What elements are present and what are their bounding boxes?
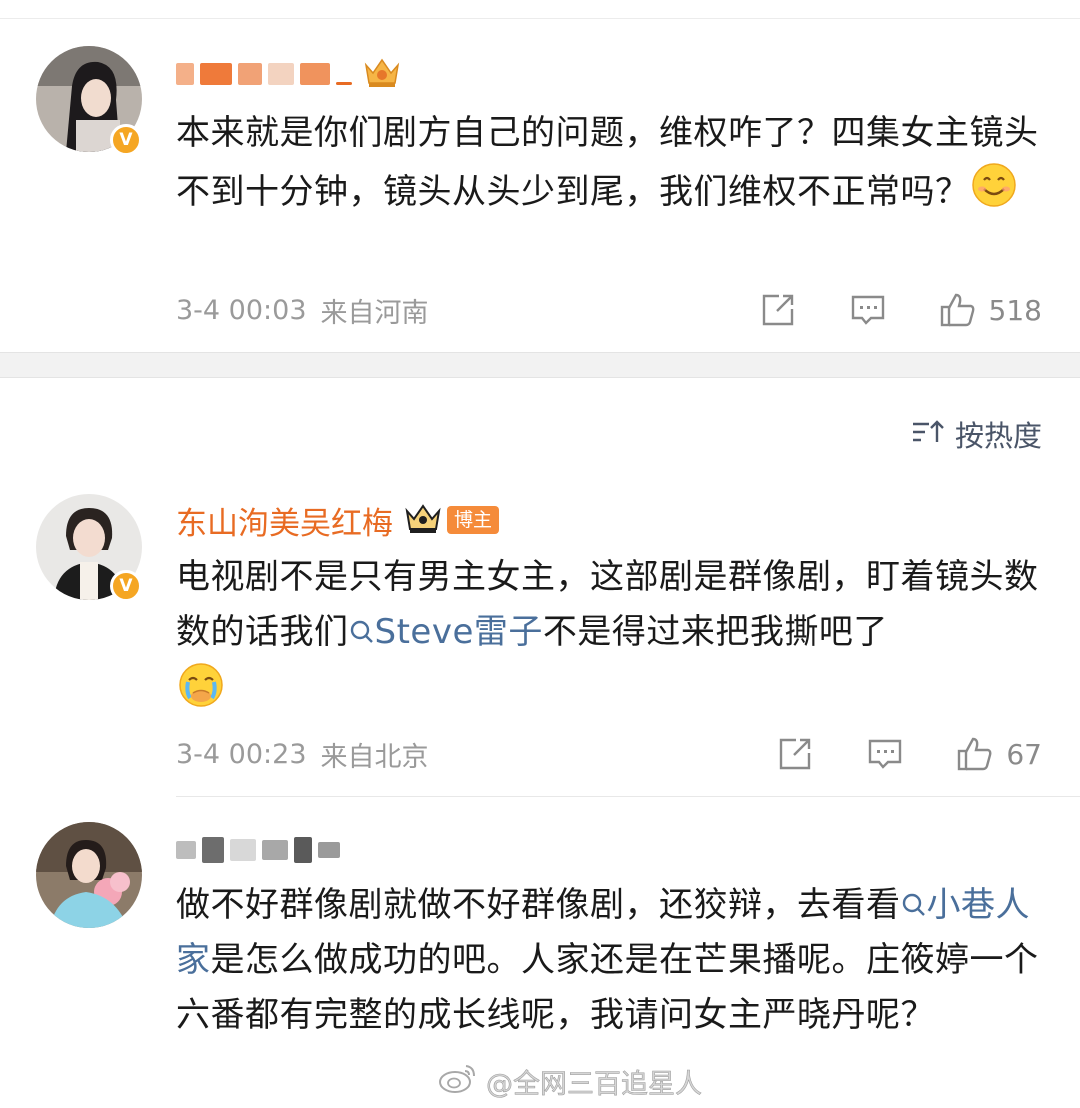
username[interactable]: 东山洵美吴红梅 bbox=[176, 498, 393, 543]
blogger-badge: 博主 bbox=[447, 506, 500, 534]
username-blurred[interactable] bbox=[176, 837, 340, 863]
share-icon[interactable] bbox=[776, 735, 814, 773]
watermark: @全网三百追星人 bbox=[438, 1062, 702, 1101]
sort-icon bbox=[911, 418, 945, 450]
comment-text: 做不好群像剧就做不好群像剧，还狡辩，去看看 小巷人家是怎么做成功的吧。人家还是在芒… bbox=[176, 885, 1039, 1035]
crying-emoji bbox=[176, 660, 226, 727]
watermark-text: @全网三百追星人 bbox=[486, 1069, 703, 1101]
username-row[interactable] bbox=[176, 830, 340, 870]
like-icon[interactable] bbox=[939, 291, 977, 329]
username-blurred[interactable] bbox=[176, 63, 352, 85]
like-icon[interactable] bbox=[956, 735, 994, 773]
username-row[interactable]: 东山洵美吴红梅 博主 bbox=[176, 498, 500, 543]
comment-text: 电视剧不是只有男主女主，这部剧是群像剧，盯着镜头数数的话我们 Steve雷子不是得… bbox=[176, 550, 1046, 727]
sort-label: 按热度 bbox=[954, 419, 1042, 453]
sort-button[interactable]: 按热度 bbox=[911, 412, 1042, 456]
search-icon bbox=[901, 885, 927, 925]
top-divider bbox=[0, 18, 1080, 19]
comment-location: 来自北京 bbox=[320, 741, 429, 773]
reply-icon[interactable] bbox=[866, 735, 904, 773]
comment-divider bbox=[176, 796, 1080, 797]
comment-location: 来自河南 bbox=[320, 297, 429, 329]
share-icon[interactable] bbox=[759, 291, 797, 329]
section-separator bbox=[0, 352, 1080, 378]
smile-emoji bbox=[970, 161, 1018, 226]
reply-icon[interactable] bbox=[849, 291, 887, 329]
mention-link[interactable]: Steve雷子 bbox=[349, 612, 543, 652]
crown-icon bbox=[362, 55, 402, 93]
weibo-logo-icon bbox=[438, 1062, 478, 1101]
comment-meta: 3-4 00:23 来自北京 67 bbox=[176, 734, 1042, 774]
verified-badge: V bbox=[110, 124, 142, 156]
search-icon bbox=[349, 612, 375, 652]
like-count: 518 bbox=[988, 293, 1042, 327]
username-row[interactable] bbox=[176, 54, 402, 94]
comment-actions: 67 bbox=[776, 734, 1042, 774]
comment-text: 本来就是你们剧方自己的问题，维权咋了？四集女主镜头不到十分钟，镜头从头少到尾，我… bbox=[176, 106, 1046, 226]
crown-icon bbox=[403, 501, 443, 539]
verified-badge: V bbox=[110, 570, 142, 602]
like-count: 67 bbox=[1006, 737, 1042, 771]
comment-meta: 3-4 00:03 来自河南 518 bbox=[176, 290, 1042, 330]
avatar[interactable] bbox=[36, 822, 142, 928]
comment-time: 3-4 00:03 bbox=[176, 294, 307, 326]
comment-actions: 518 bbox=[759, 290, 1042, 330]
comment-time: 3-4 00:23 bbox=[176, 738, 307, 770]
